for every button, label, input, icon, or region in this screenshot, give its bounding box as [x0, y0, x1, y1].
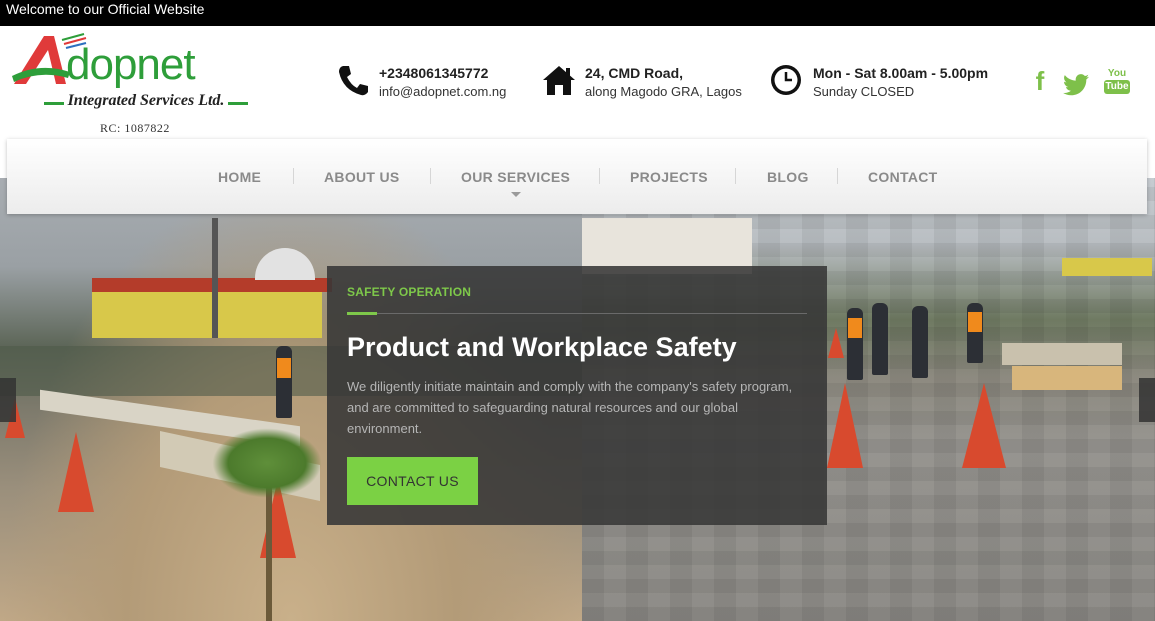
hero-description: We diligently initiate maintain and comp… — [347, 379, 793, 436]
phone-icon — [339, 66, 368, 96]
traffic-cone — [828, 328, 844, 358]
address-line-1: 24, CMD Road, — [585, 65, 684, 81]
contact-us-button[interactable]: CONTACT US — [347, 457, 478, 505]
site-logo[interactable]: dopnet Integrated Services Ltd. RC: 1087… — [10, 30, 265, 138]
logo-wordmark: dopnet — [66, 40, 196, 89]
worker — [276, 346, 292, 418]
site-header: dopnet Integrated Services Ltd. RC: 1087… — [0, 26, 1155, 138]
facebook-icon[interactable]: f — [1027, 66, 1053, 96]
slider-prev-arrow[interactable] — [0, 378, 16, 422]
nav-divider — [837, 168, 838, 184]
twitter-icon[interactable] — [1063, 70, 1089, 100]
hours-sunday: Sunday CLOSED — [813, 84, 915, 99]
nav-blog[interactable]: BLOG — [767, 169, 809, 185]
nav-home[interactable]: HOME — [218, 169, 261, 185]
safety-vest — [848, 318, 862, 338]
panel-stack — [1002, 343, 1122, 365]
hero-divider-accent — [347, 312, 377, 315]
clock-icon — [771, 65, 801, 95]
satellite-dish — [255, 248, 315, 280]
email-address[interactable]: info@adopnet.com.ng — [379, 84, 506, 99]
logo-rule-right — [228, 102, 248, 105]
hero-title: Product and Workplace Safety — [347, 332, 737, 362]
nav-divider — [599, 168, 600, 184]
address-line-2: along Magodo GRA, Lagos — [585, 84, 742, 99]
home-icon — [543, 66, 575, 95]
worker — [872, 303, 888, 375]
safety-vest — [277, 358, 291, 378]
nav-projects[interactable]: PROJECTS — [630, 169, 708, 185]
main-navigation: HOME ABOUT US OUR SERVICES PROJECTS BLOG… — [7, 139, 1147, 214]
nav-divider — [735, 168, 736, 184]
nav-divider — [293, 168, 294, 184]
slider-next-arrow[interactable] — [1139, 378, 1155, 422]
hero-kicker: SAFETY OPERATION — [347, 285, 472, 299]
hero-caption-panel: SAFETY OPERATION Product and Workplace S… — [327, 266, 827, 525]
traffic-cone — [58, 432, 94, 512]
hero-divider — [347, 313, 807, 314]
worker — [912, 306, 928, 378]
traffic-cone — [962, 383, 1006, 468]
nav-our-services[interactable]: OUR SERVICES — [461, 169, 570, 185]
welcome-bar: Welcome to our Official Website — [0, 0, 1155, 26]
chevron-down-icon[interactable] — [511, 192, 521, 197]
palm-leaves — [212, 428, 322, 498]
nav-contact[interactable]: CONTACT — [868, 169, 938, 185]
youtube-icon-top: You — [1107, 68, 1127, 79]
panel-stack — [1012, 366, 1122, 390]
safety-vest — [968, 312, 982, 332]
youtube-icon[interactable]: You Tube — [1104, 68, 1130, 96]
traffic-cone — [827, 383, 863, 468]
phone-number[interactable]: +2348061345772 — [379, 65, 488, 81]
utility-pole — [212, 218, 218, 338]
welcome-text: Welcome to our Official Website — [6, 1, 205, 17]
youtube-icon-bottom: Tube — [1104, 80, 1130, 94]
building-yellow — [1062, 258, 1152, 276]
logo-subtitle: Integrated Services Ltd. — [67, 92, 225, 109]
nav-about-us[interactable]: ABOUT US — [324, 169, 400, 185]
hours-weekdays: Mon - Sat 8.00am - 5.00pm — [813, 65, 989, 81]
logo-rc-number: RC: 1087822 — [100, 121, 170, 135]
building-yellow — [92, 286, 322, 338]
nav-divider — [430, 168, 431, 184]
